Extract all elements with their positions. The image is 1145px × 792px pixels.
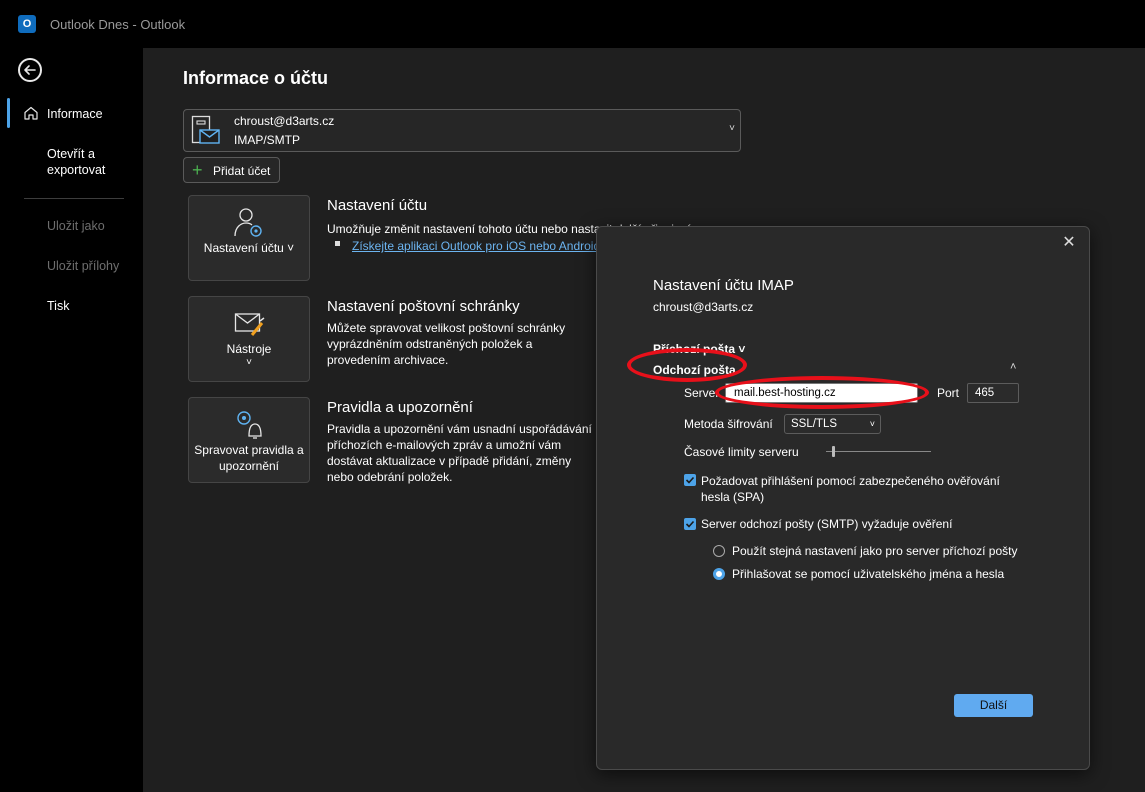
rules-alerts-title: Pravidla a upozornění <box>327 399 473 416</box>
account-selector[interactable]: chroust@d3arts.cz IMAP/SMTP ˅ <box>183 109 741 152</box>
annotation-ellipse-server <box>715 376 929 409</box>
account-settings-tile[interactable]: Nastavení účtu ˅ <box>188 195 310 281</box>
server-label: Server <box>684 386 720 400</box>
chevron-down-icon: ˅ <box>246 357 252 368</box>
window-title: Outlook Dnes - Outlook <box>50 17 186 32</box>
radio-login-credentials[interactable] <box>713 568 725 580</box>
nav-item-save-as[interactable]: Uložit jako <box>47 218 105 234</box>
mail-account-icon <box>191 115 220 144</box>
chevron-down-icon: ˅ <box>729 123 735 134</box>
encryption-select[interactable]: SSL/TLS ˅ <box>784 414 881 434</box>
port-input[interactable]: 465 <box>967 383 1019 403</box>
mobile-app-link[interactable]: Získejte aplikaci Outlook pro iOS nebo A… <box>352 239 603 253</box>
page-title: Informace o účtu <box>183 68 329 88</box>
dialog-title: Nastavení účtu IMAP <box>653 277 794 294</box>
radio-same-settings[interactable] <box>713 545 725 557</box>
nav-divider <box>24 198 124 199</box>
outlook-app-icon: O <box>18 15 36 33</box>
port-label: Port <box>937 386 960 400</box>
mailbox-settings-desc: Můžete spravovat velikost poštovní schrá… <box>327 321 566 367</box>
home-icon <box>24 106 38 120</box>
account-settings-title: Nastavení účtu <box>327 197 428 214</box>
mailbox-tools-icon <box>234 313 265 336</box>
add-account-label: Přidat účet <box>213 164 271 178</box>
spa-checkbox[interactable] <box>684 474 696 486</box>
smtp-auth-checkbox[interactable] <box>684 518 696 530</box>
back-arrow-icon <box>24 65 36 75</box>
encryption-value: SSL/TLS <box>791 418 838 430</box>
title-bar: O Outlook Dnes - Outlook <box>0 0 1145 48</box>
rules-bell-icon <box>237 411 262 439</box>
back-button[interactable] <box>18 58 42 82</box>
nav-item-save-attachments[interactable]: Uložit přílohy <box>47 258 119 274</box>
timeout-slider-thumb[interactable] <box>832 446 835 457</box>
account-settings-tile-label: Nastavení účtu ˅ <box>203 241 295 255</box>
mailbox-settings-title: Nastavení poštovní schránky <box>327 298 520 315</box>
nav-item-informace[interactable]: Informace <box>47 106 103 122</box>
imap-settings-dialog: ✕ Nastavení účtu IMAP chroust@d3arts.cz … <box>596 226 1090 770</box>
checkmark-icon <box>685 476 695 484</box>
radio-same-settings-label: Použít stejná nastavení jako pro server … <box>732 544 1018 558</box>
chevron-down-icon: ˅ <box>869 419 875 429</box>
rules-alerts-tile[interactable]: Spravovat pravidla a upozornění <box>188 397 310 483</box>
smtp-auth-label: Server odchozí pošty (SMTP) vyžaduje ově… <box>701 517 953 531</box>
bullet <box>335 241 340 246</box>
annotation-ellipse-outgoing <box>627 348 747 382</box>
nav-item-print[interactable]: Tisk <box>47 298 69 314</box>
rules-alerts-desc: Pravidla a upozornění vám usnadní uspořá… <box>327 422 592 484</box>
dialog-email: chroust@d3arts.cz <box>653 300 754 314</box>
encryption-label: Metoda šifrování <box>684 417 773 431</box>
backstage-sidebar: Informace Otevřít a exportovat Uložit ja… <box>0 48 143 792</box>
nav-item-open-export[interactable]: Otevřít a exportovat <box>47 146 105 178</box>
timeout-slider-track[interactable] <box>826 451 931 452</box>
tools-tile[interactable]: Nástroje ˅ <box>188 296 310 382</box>
radio-login-credentials-label: Přihlašovat se pomocí uživatelského jmén… <box>732 567 1005 581</box>
plus-icon: + <box>192 160 203 180</box>
timeout-label: Časové limity serveru <box>684 445 799 459</box>
nav-active-indicator <box>7 98 10 128</box>
account-type: IMAP/SMTP <box>234 133 301 147</box>
next-button[interactable]: Další <box>954 694 1033 717</box>
checkmark-icon <box>685 520 695 528</box>
chevron-up-icon[interactable]: ˄ <box>1010 361 1016 373</box>
account-email: chroust@d3arts.cz <box>234 114 335 128</box>
rules-alerts-tile-label: Spravovat pravidla a upozornění <box>194 443 304 473</box>
spa-checkbox-label: Požadovat přihlášení pomocí zabezpečenéh… <box>701 474 1000 504</box>
add-account-button[interactable]: + Přidat účet <box>183 157 280 183</box>
user-settings-icon <box>234 208 262 237</box>
close-icon[interactable]: ✕ <box>1059 233 1079 253</box>
